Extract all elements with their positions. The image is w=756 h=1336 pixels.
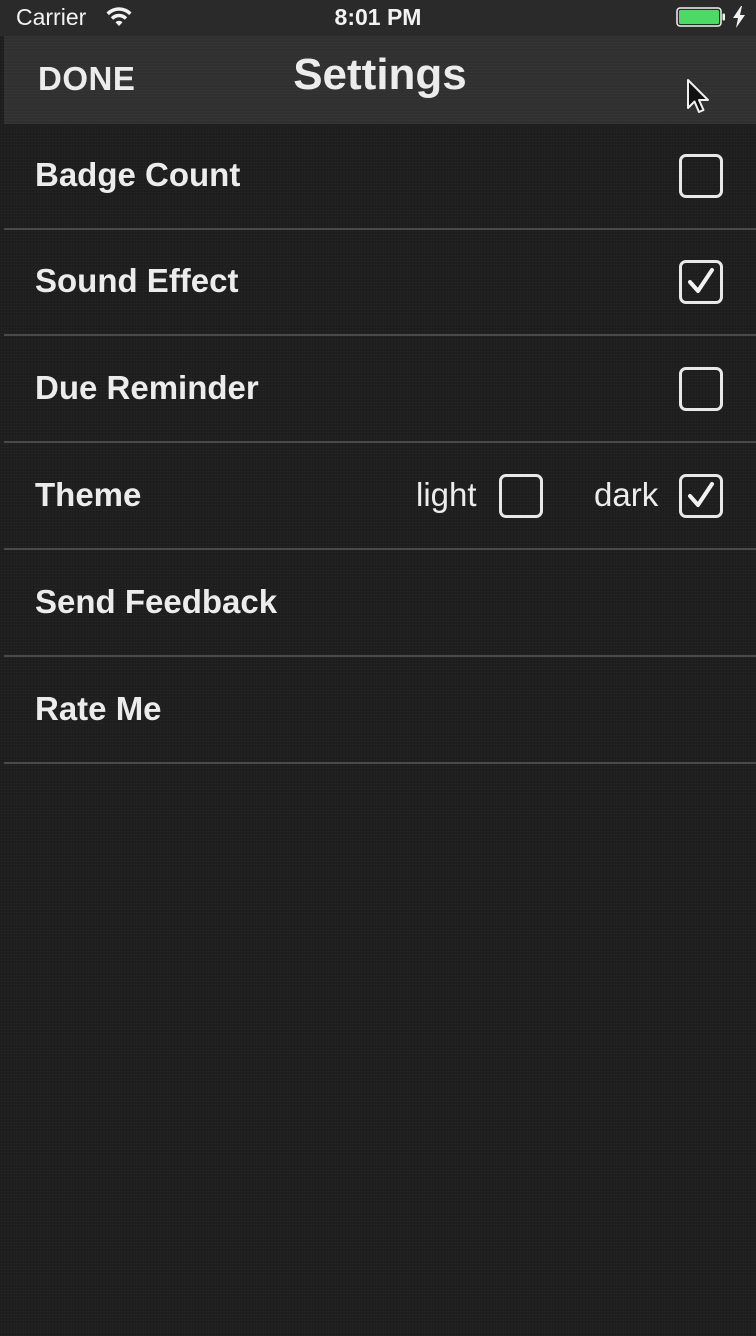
sound-effect-checkbox[interactable] — [679, 260, 723, 304]
checkmark-icon — [688, 268, 714, 293]
setting-label-due-reminder: Due Reminder — [35, 369, 259, 406]
theme-option-dark-label: dark — [594, 476, 659, 513]
setting-row-theme: Theme light dark — [4, 444, 756, 550]
page-title: Settings — [293, 50, 467, 99]
theme-option-light-label: light — [416, 476, 477, 513]
mouse-pointer-icon — [687, 79, 709, 113]
rate-me-link[interactable]: Rate Me — [35, 690, 162, 728]
setting-row-sound-effect[interactable]: Sound Effect — [4, 230, 756, 336]
status-time: 8:01 PM — [334, 4, 422, 30]
badge-count-checkbox[interactable] — [679, 154, 723, 198]
theme-dark-checkbox[interactable] — [679, 474, 723, 518]
battery-icon — [676, 7, 725, 27]
due-reminder-checkbox[interactable] — [679, 367, 723, 411]
theme-light-checkbox[interactable] — [499, 474, 543, 518]
setting-row-badge-count[interactable]: Badge Count — [4, 124, 756, 230]
status-bar: Carrier 8:01 PM — [0, 0, 756, 36]
setting-label-sound-effect: Sound Effect — [35, 262, 239, 299]
navigation-bar: DONE Settings — [4, 36, 756, 124]
checkmark-icon — [688, 482, 714, 507]
send-feedback-link[interactable]: Send Feedback — [35, 583, 277, 621]
setting-row-send-feedback[interactable]: Send Feedback — [4, 551, 756, 657]
setting-row-rate-me[interactable]: Rate Me — [4, 658, 756, 764]
setting-row-due-reminder[interactable]: Due Reminder — [4, 337, 756, 443]
settings-screen: Carrier 8:01 PM DONE Settings Badge Coun… — [0, 0, 756, 1336]
charging-bolt-icon — [733, 6, 745, 28]
setting-label-theme: Theme — [35, 476, 142, 513]
setting-label-badge-count: Badge Count — [35, 156, 241, 193]
